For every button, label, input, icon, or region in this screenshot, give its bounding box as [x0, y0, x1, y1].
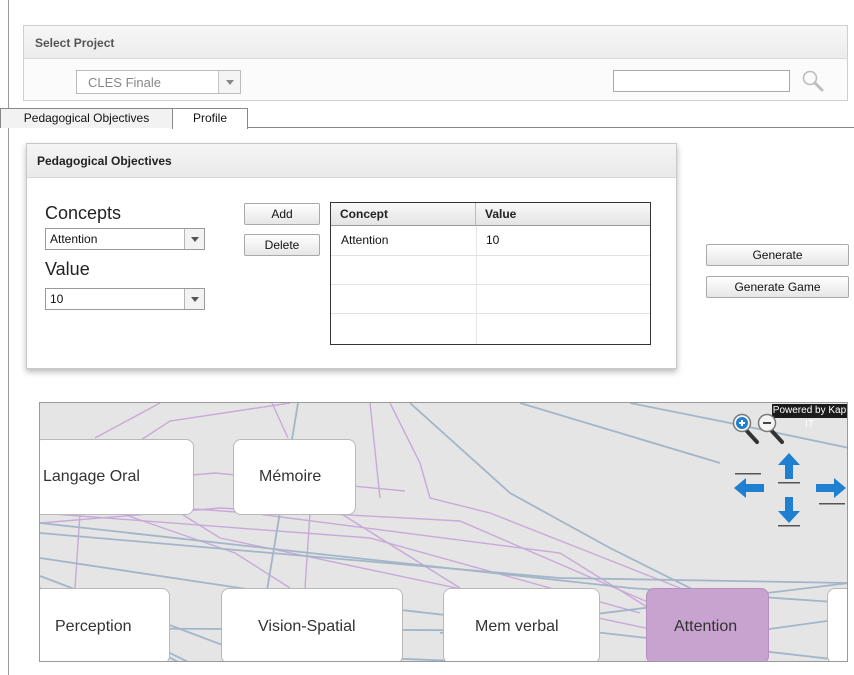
- search-icon[interactable]: [800, 68, 826, 94]
- select-project-title: Select Project: [35, 36, 115, 50]
- graph-node[interactable]: Langage Oral: [40, 439, 194, 515]
- graph-node[interactable]: Perception: [40, 588, 170, 661]
- pedagogical-objectives-panel: Pedagogical Objectives Concepts Attentio…: [26, 143, 677, 369]
- search-input[interactable]: [613, 70, 790, 92]
- pan-left-icon[interactable]: [732, 469, 770, 507]
- row-divider: [331, 255, 650, 256]
- tab-pedagogical-objectives[interactable]: Pedagogical Objectives: [0, 108, 173, 128]
- objectives-header: Pedagogical Objectives: [27, 144, 676, 178]
- graph-node[interactable]: Mem verbal: [443, 588, 600, 661]
- zoom-out-icon[interactable]: [756, 411, 786, 445]
- concept-dropdown-value: Attention: [50, 232, 98, 246]
- table-cell-concept[interactable]: Attention: [341, 233, 388, 247]
- chevron-down-icon[interactable]: [218, 71, 240, 93]
- chevron-down-icon[interactable]: [184, 289, 204, 309]
- select-project-header: Select Project: [24, 26, 847, 59]
- concepts-label: Concepts: [45, 203, 122, 223]
- objectives-title: Pedagogical Objectives: [37, 154, 172, 168]
- pan-up-icon[interactable]: [770, 451, 808, 489]
- graph-node-label: Langage Oral: [43, 468, 140, 485]
- value-label: Value: [45, 259, 90, 279]
- graph-node-label: Attention: [674, 618, 738, 635]
- select-project-panel: Select Project CLES Finale: [23, 25, 848, 101]
- row-divider: [331, 284, 650, 285]
- graph-node[interactable]: Vision-Spatial: [221, 588, 403, 661]
- value-dropdown[interactable]: 10: [45, 288, 205, 310]
- column-header-concept[interactable]: Concept: [331, 203, 476, 226]
- pan-down-icon[interactable]: [770, 489, 808, 527]
- graph-node-label: Mem verbal: [475, 618, 559, 635]
- graph-node-label: Mémoire: [259, 468, 322, 485]
- chevron-down-icon[interactable]: [184, 229, 204, 249]
- graph-node-selected[interactable]: Attention: [646, 588, 769, 661]
- table-cell-value[interactable]: 10: [486, 233, 499, 247]
- objectives-table: Concept Value Attention 10: [330, 202, 651, 345]
- graph-node[interactable]: Mémoire: [233, 439, 356, 515]
- concept-graph[interactable]: Langage Oral Mémoire Perception Vision-S…: [39, 402, 848, 662]
- project-dropdown-value: CLES Finale: [88, 75, 161, 90]
- add-button[interactable]: Add: [244, 203, 320, 225]
- generate-game-button[interactable]: Generate Game: [706, 276, 849, 298]
- value-dropdown-value: 10: [50, 292, 64, 306]
- tab-profile[interactable]: Profile: [172, 108, 248, 129]
- delete-button[interactable]: Delete: [244, 234, 320, 256]
- graph-node-label: Vision-Spatial: [258, 618, 356, 635]
- project-dropdown[interactable]: CLES Finale: [76, 70, 241, 94]
- pan-right-icon[interactable]: [810, 469, 847, 507]
- graph-node-label: Perception: [55, 618, 132, 635]
- graph-node[interactable]: [827, 588, 847, 661]
- column-divider: [476, 226, 477, 344]
- concept-dropdown[interactable]: Attention: [45, 228, 205, 250]
- column-header-value[interactable]: Value: [476, 203, 650, 226]
- app-frame-border: [8, 0, 9, 675]
- row-divider: [331, 313, 650, 314]
- generate-button[interactable]: Generate: [706, 244, 849, 266]
